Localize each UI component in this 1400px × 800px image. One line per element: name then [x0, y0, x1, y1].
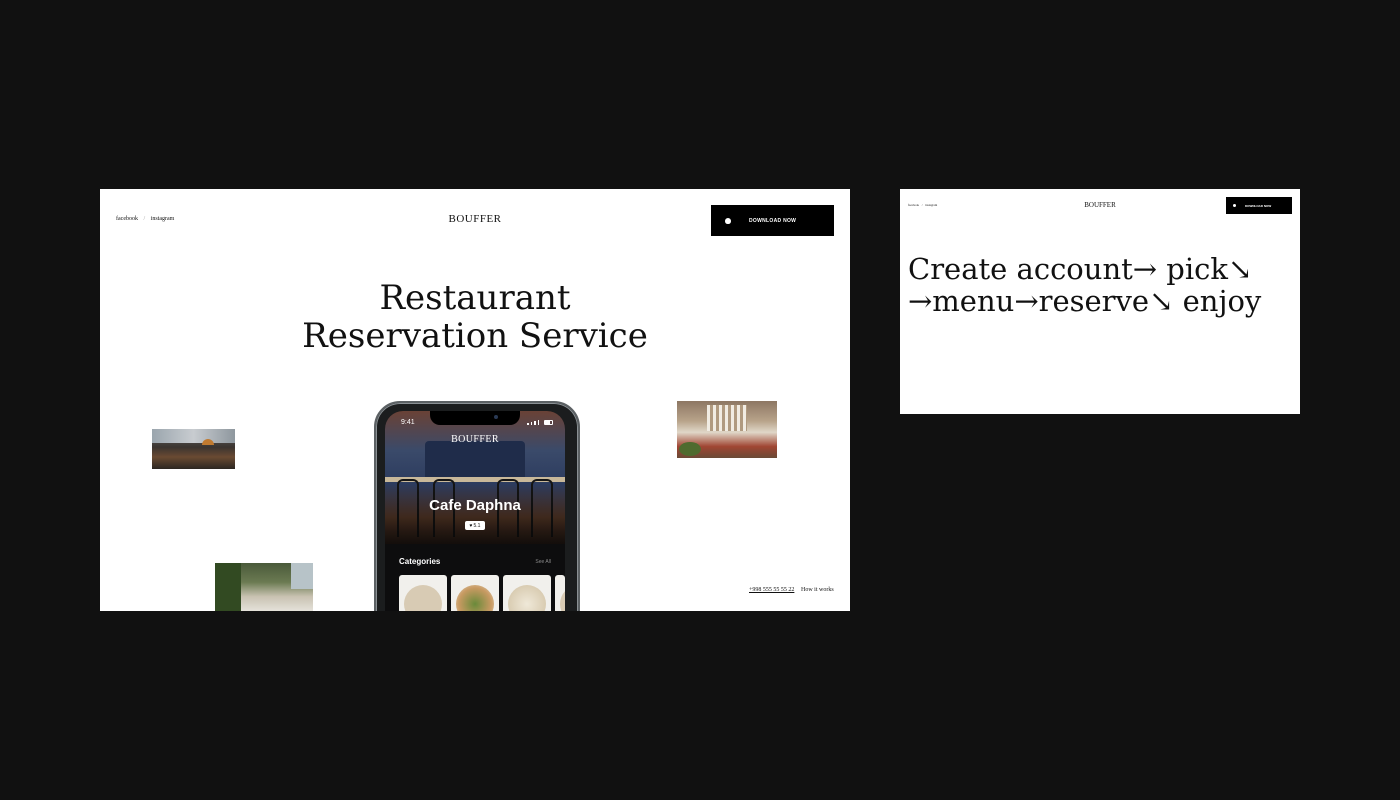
- category-thumb[interactable]: [399, 575, 447, 611]
- hero-title-line1: Restaurant: [379, 278, 571, 318]
- rating-badge: ♥ 5.1: [465, 521, 485, 530]
- status-time: 9:41: [401, 419, 415, 426]
- download-now-button[interactable]: DOWNLOAD NOW: [711, 205, 834, 236]
- heart-icon: ♥: [469, 522, 473, 529]
- see-all-link[interactable]: See All: [535, 559, 551, 565]
- phone-screen: 9:41 BOUFFER Cafe Daphna ♥ 5.1 Categorie…: [385, 411, 565, 611]
- plant-icon: [679, 442, 701, 456]
- status-icons: [527, 420, 553, 425]
- cafe-name: Cafe Daphna: [429, 497, 521, 514]
- main-artboard: facebook / instagram BOUFFER DOWNLOAD NO…: [100, 189, 850, 611]
- window-icon: [291, 563, 313, 589]
- categories-title: Categories: [399, 557, 441, 566]
- second-artboard: facebook / instagram BOUFFER DOWNLOAD NO…: [900, 189, 1300, 414]
- apple-icon: [1233, 204, 1236, 207]
- hero-title-line2: Reservation Service: [302, 316, 648, 356]
- download-now-button[interactable]: DOWNLOAD NOW: [1226, 197, 1292, 214]
- phone-number-link[interactable]: +998 555 55 55 22: [749, 587, 794, 593]
- category-thumb[interactable]: [503, 575, 551, 611]
- phone-notch: [430, 411, 520, 425]
- restaurant-photo-3: [215, 563, 313, 611]
- category-thumb[interactable]: [451, 575, 499, 611]
- category-thumb[interactable]: [555, 575, 565, 611]
- battery-icon: [544, 420, 553, 425]
- how-it-works-link[interactable]: How it works: [801, 587, 834, 593]
- apple-icon: [725, 217, 731, 224]
- restaurant-photo-2: [677, 401, 777, 458]
- signal-icon: [527, 423, 529, 425]
- phone-mockup: 9:41 BOUFFER Cafe Daphna ♥ 5.1 Categorie…: [374, 401, 580, 611]
- signal-icon: [530, 422, 532, 425]
- rating-value: 5.1: [473, 522, 481, 529]
- download-label: DOWNLOAD NOW: [1245, 203, 1272, 208]
- signal-icon: [534, 421, 536, 425]
- flow-text: Create account→ pick↘ →menu→reserve↘ enj…: [908, 252, 1262, 318]
- categories-header: Categories See All: [399, 557, 551, 566]
- hero-title: Restaurant Reservation Service: [100, 279, 850, 355]
- category-thumbnails: [399, 575, 565, 611]
- download-label: DOWNLOAD NOW: [749, 217, 797, 224]
- restaurant-photo-1: [152, 429, 235, 469]
- lamp-icon: [202, 439, 214, 445]
- app-brand: BOUFFER: [451, 434, 499, 445]
- signal-icon: [537, 420, 539, 425]
